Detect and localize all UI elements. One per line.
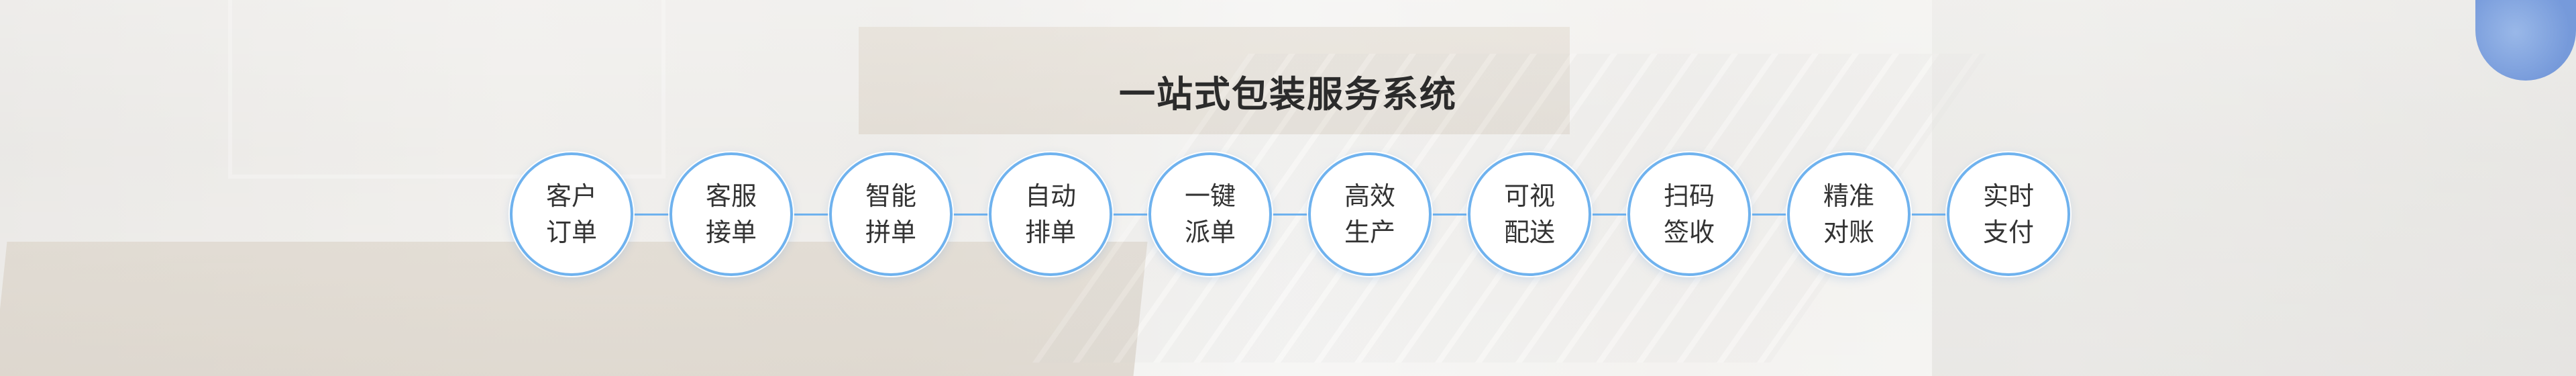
step-circle-realtime-payment: 实时 支付 (1947, 152, 2070, 276)
step-circle-service-accept: 客服 接单 (669, 152, 793, 276)
step-label: 扫码 签收 (1663, 181, 1715, 247)
step-label: 客户 订单 (545, 181, 597, 247)
step-circle-smart-combine: 智能 拼单 (829, 152, 953, 276)
step-label: 一键 派单 (1184, 181, 1236, 247)
step-circle-accurate-reconcile: 精准 对账 (1787, 152, 1911, 276)
step-label: 智能 拼单 (865, 181, 916, 247)
step-circle-customer-order: 客户 订单 (510, 152, 633, 276)
step-label: 自动 排单 (1024, 181, 1076, 247)
step-circle-visual-delivery: 可视 配送 (1468, 152, 1591, 276)
step-label: 客服 接单 (705, 181, 757, 247)
step-circle-efficient-production: 高效 生产 (1308, 152, 1432, 276)
step-label: 精准 对账 (1823, 181, 1874, 247)
step-circle-auto-schedule: 自动 排单 (989, 152, 1112, 276)
process-steps: 客户 订单 客服 接单 智能 拼单 自动 排单 一键 派单 高效 生产 可视 配… (510, 152, 2070, 276)
step-label: 可视 配送 (1503, 181, 1555, 247)
step-label: 高效 生产 (1344, 181, 1395, 247)
process-banner: 一站式包装服务系统 客户 订单 客服 接单 智能 拼单 自动 排单 一键 派单 … (0, 0, 2576, 376)
step-label: 实时 支付 (1982, 181, 2034, 247)
step-circle-one-click-dispatch: 一键 派单 (1148, 152, 1272, 276)
step-circle-scan-sign: 扫码 签收 (1627, 152, 1751, 276)
banner-title: 一站式包装服务系统 (1119, 73, 1457, 115)
